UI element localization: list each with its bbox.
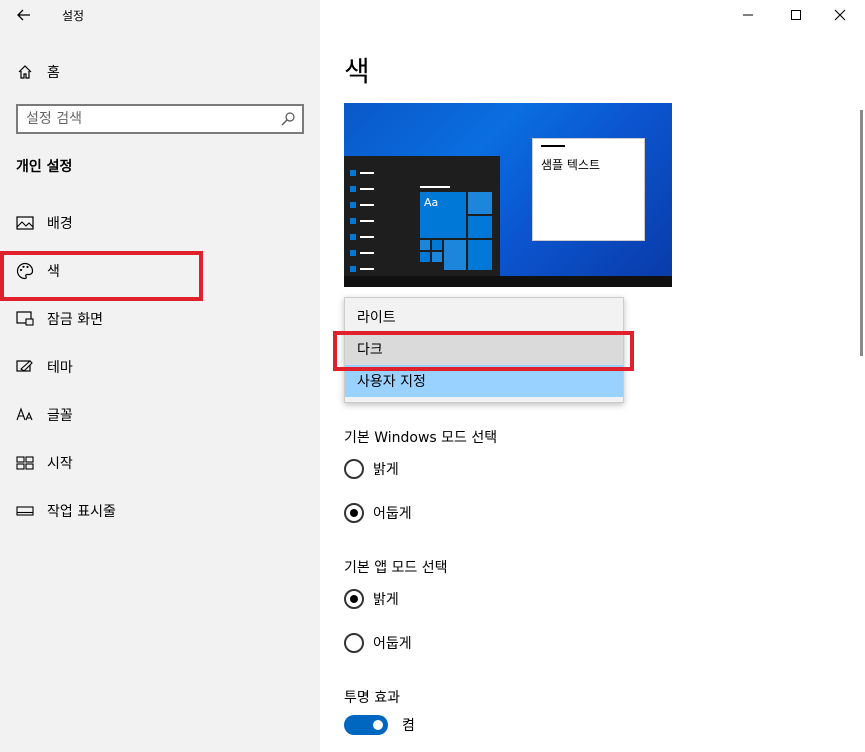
dropdown-option-dark[interactable]: 다크 — [345, 333, 623, 365]
taskbar-icon — [16, 502, 34, 520]
app-mode-label: 기본 앱 모드 선택 — [344, 560, 448, 576]
radio-button[interactable] — [344, 503, 364, 523]
back-arrow-icon — [17, 9, 30, 21]
sidebar-item-theme[interactable]: 테마 — [0, 347, 320, 387]
sidebar-item-background[interactable]: 배경 — [0, 203, 320, 243]
preview-rail-line — [360, 236, 374, 238]
start-grid-icon — [16, 454, 34, 472]
sidebar-item-taskbar[interactable]: 작업 표시줄 — [0, 491, 320, 531]
preview-rail-line — [360, 188, 374, 190]
font-icon — [16, 406, 34, 424]
windows-mode-dark-radio[interactable]: 어둡게 — [344, 501, 412, 525]
home-nav-item[interactable]: 홈 — [0, 56, 320, 88]
preview-sample-window: 샘플 텍스트 — [532, 138, 645, 241]
preview-taskbar — [344, 276, 672, 287]
radio-label: 밝게 — [373, 592, 399, 608]
radio-button[interactable] — [344, 459, 364, 479]
title-bar-left: 설정 — [0, 0, 320, 30]
back-button[interactable] — [8, 2, 40, 28]
preview-tile-large: Aa — [420, 192, 466, 238]
preview-tile — [468, 240, 492, 270]
transparency-label: 투명 효과 — [344, 690, 400, 706]
scrollbar-thumb[interactable] — [860, 110, 863, 356]
dropdown-option-light[interactable]: 라이트 — [345, 301, 623, 333]
transparency-toggle-row[interactable]: 켬 — [344, 714, 415, 736]
palette-icon — [16, 262, 34, 280]
section-heading: 개인 설정 — [16, 159, 73, 175]
color-mode-dropdown-list[interactable]: 라이트 다크 사용자 지정 — [344, 297, 624, 403]
selection-indicator — [0, 259, 4, 283]
preview-header-line — [420, 186, 450, 188]
sidebar-item-color[interactable]: 색 — [0, 251, 320, 291]
preview-rail-line — [360, 252, 374, 254]
toggle-state-label: 켬 — [402, 718, 415, 734]
home-label: 홈 — [47, 65, 60, 81]
minimize-button[interactable] — [725, 0, 771, 30]
picture-icon — [16, 214, 34, 232]
preview-rail-dot — [350, 218, 356, 224]
app-mode-dark-radio[interactable]: 어둡게 — [344, 631, 412, 655]
app-mode-light-radio[interactable]: 밝게 — [344, 587, 399, 611]
preview-sample-text: 샘플 텍스트 — [541, 158, 601, 172]
sidebar-item-label: 시작 — [47, 456, 73, 472]
sidebar-item-label: 테마 — [47, 360, 73, 376]
sidebar-item-label: 작업 표시줄 — [47, 504, 116, 520]
close-button[interactable] — [817, 0, 863, 30]
preview-rail-line — [360, 204, 374, 206]
preview-rail-line — [360, 220, 374, 222]
search-icon[interactable] — [280, 111, 296, 127]
toggle-knob — [373, 720, 383, 730]
preview-tile — [432, 252, 442, 262]
sidebar-item-label: 색 — [47, 264, 60, 280]
preview-tile-label: Aa — [424, 196, 439, 209]
radio-label: 어둡게 — [373, 636, 412, 652]
preview-start-menu: Aa — [344, 156, 500, 276]
sidebar-item-label: 글꼴 — [47, 408, 73, 424]
maximize-icon — [791, 10, 801, 20]
preview-window-titlebar — [541, 145, 565, 147]
preview-tile — [420, 252, 430, 262]
theme-brush-icon — [16, 358, 34, 376]
sidebar-item-lock-screen[interactable]: 잠금 화면 — [0, 299, 320, 339]
color-preview: Aa 샘플 텍스트 — [344, 103, 672, 287]
preview-rail-dot — [350, 234, 356, 240]
content-pane: 색 Aa 샘플 텍스트 라이트 다크 사용자 지정 기본 Windows 모드 … — [320, 0, 865, 752]
preview-rail-dot — [350, 250, 356, 256]
windows-mode-light-radio[interactable]: 밝게 — [344, 457, 399, 481]
preview-tile — [468, 216, 492, 238]
preview-rail-dot — [350, 266, 356, 272]
preview-tile — [432, 240, 442, 250]
sidebar-item-fonts[interactable]: 글꼴 — [0, 395, 320, 435]
sidebar-item-label: 배경 — [47, 216, 73, 232]
radio-label: 밝게 — [373, 462, 399, 478]
preview-tile — [420, 240, 430, 250]
preview-rail-dot — [350, 170, 356, 176]
transparency-toggle[interactable] — [344, 715, 388, 735]
sidebar: 설정 홈 개인 설정 배경 색 잠금 화면 테 — [0, 0, 320, 752]
preview-rail-line — [360, 268, 374, 270]
preview-rail-dot — [350, 186, 356, 192]
preview-rail-line — [360, 172, 374, 174]
dropdown-option-custom[interactable]: 사용자 지정 — [345, 365, 623, 397]
windows-mode-label: 기본 Windows 모드 선택 — [344, 430, 498, 446]
lock-screen-icon — [16, 310, 34, 328]
radio-button[interactable] — [344, 633, 364, 653]
app-title: 설정 — [62, 9, 85, 23]
sidebar-item-label: 잠금 화면 — [47, 312, 103, 328]
search-input[interactable] — [26, 109, 276, 129]
page-title: 색 — [344, 55, 370, 88]
home-icon — [17, 64, 33, 80]
sidebar-item-start[interactable]: 시작 — [0, 443, 320, 483]
preview-rail-dot — [350, 202, 356, 208]
radio-label: 어둡게 — [373, 506, 412, 522]
search-box[interactable] — [16, 104, 304, 134]
preview-tile — [444, 240, 466, 270]
preview-tile — [468, 192, 492, 214]
close-icon — [834, 9, 846, 21]
radio-button[interactable] — [344, 589, 364, 609]
minimize-icon — [743, 14, 753, 16]
maximize-button[interactable] — [773, 0, 819, 30]
